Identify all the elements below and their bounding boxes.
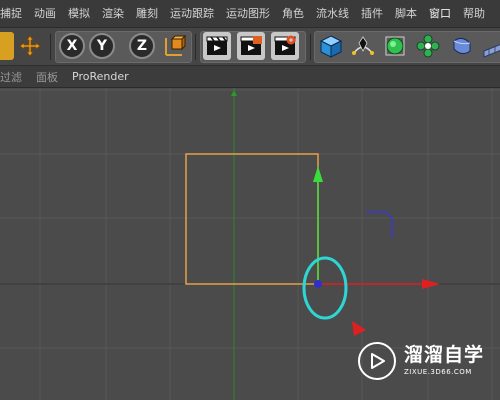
object-origin-point[interactable] xyxy=(314,280,322,288)
menu-sculpt[interactable]: 雕刻 xyxy=(130,0,164,28)
viewport-menu-prorender[interactable]: ProRender xyxy=(65,70,136,83)
coordinate-system-icon[interactable] xyxy=(160,32,188,60)
move-tool-icon[interactable] xyxy=(16,32,44,60)
watermark-text: 溜溜自学 ZIXUE.3D66.COM xyxy=(404,344,484,378)
menu-help[interactable]: 帮助 xyxy=(457,0,491,28)
menu-pipeline[interactable]: 流水线 xyxy=(310,0,355,28)
object-y-axis-handle[interactable] xyxy=(313,166,323,182)
cloner-icon[interactable] xyxy=(414,32,442,60)
cube-icon[interactable] xyxy=(317,32,345,60)
menu-snap[interactable]: 捕捉 xyxy=(0,0,28,28)
watermark-url: ZIXUE.3D66.COM xyxy=(404,368,472,376)
toolbar-separator xyxy=(310,34,311,60)
viewport-menu-filter[interactable]: 过滤 xyxy=(0,69,29,85)
menu-animate[interactable]: 动画 xyxy=(28,0,62,28)
z-axis-label: Z xyxy=(129,33,155,59)
toolbar: X Y Z xyxy=(0,28,500,66)
subdivision-surface-icon[interactable] xyxy=(381,32,409,60)
menu-window[interactable]: 窗口 xyxy=(423,0,457,28)
menu-mograph[interactable]: 运动图形 xyxy=(220,0,276,28)
x-axis-label: X xyxy=(59,33,85,59)
object-x-axis-handle[interactable] xyxy=(422,279,440,289)
menu-script[interactable]: 脚本 xyxy=(389,0,423,28)
viewport-menu-panel[interactable]: 面板 xyxy=(29,69,65,85)
deformer-icon[interactable] xyxy=(448,32,476,60)
z-axis-lock-button[interactable]: Z xyxy=(128,32,156,60)
y-axis-label: Y xyxy=(89,33,115,59)
toolbar-separator xyxy=(195,34,196,60)
render-view-icon[interactable] xyxy=(203,32,231,60)
y-axis-lock-button[interactable]: Y xyxy=(88,32,116,60)
x-axis-lock-button[interactable]: X xyxy=(58,32,86,60)
render-to-picture-viewer-icon[interactable] xyxy=(237,32,265,60)
watermark-logo-icon xyxy=(358,342,396,380)
menu-plugins[interactable]: 插件 xyxy=(355,0,389,28)
watermark: 溜溜自学 ZIXUE.3D66.COM xyxy=(352,332,492,390)
viewport-menu-bar: 过滤 面板 ProRender xyxy=(0,66,500,88)
render-settings-icon[interactable] xyxy=(271,32,299,60)
scale-tool-icon[interactable] xyxy=(0,32,14,60)
watermark-title: 溜溜自学 xyxy=(404,344,485,366)
highlight-ring xyxy=(302,256,348,320)
menu-bar: 捕捉 动画 模拟 渲染 雕刻 运动跟踪 运动图形 角色 流水线 插件 脚本 窗口… xyxy=(0,0,500,28)
environment-icon[interactable] xyxy=(480,32,500,60)
menu-character[interactable]: 角色 xyxy=(276,0,310,28)
menu-motion-tracker[interactable]: 运动跟踪 xyxy=(164,0,220,28)
object-z-axis-indicator xyxy=(366,211,393,238)
menu-simulate[interactable]: 模拟 xyxy=(62,0,96,28)
world-y-axis-arrow xyxy=(231,90,237,96)
toolbar-separator xyxy=(50,34,51,60)
menu-render[interactable]: 渲染 xyxy=(96,0,130,28)
pen-spline-icon[interactable] xyxy=(349,32,377,60)
